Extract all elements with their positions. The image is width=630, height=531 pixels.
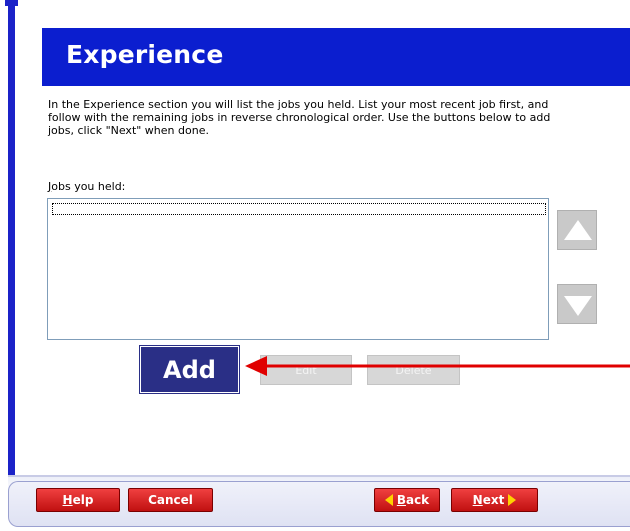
- next-mnemonic: N: [472, 493, 483, 507]
- move-down-button[interactable]: [557, 284, 597, 324]
- back-button[interactable]: Back: [374, 488, 440, 512]
- move-up-button[interactable]: [557, 210, 597, 250]
- pointer-arrow-icon: [245, 356, 630, 376]
- left-accent-bar: [5, 0, 18, 515]
- next-button[interactable]: Next: [451, 488, 538, 512]
- jobs-listbox[interactable]: [47, 198, 549, 340]
- next-label: ext: [482, 493, 505, 507]
- page-header: Experience: [42, 28, 630, 86]
- back-arrow-icon: [384, 494, 393, 506]
- intro-line-1: In the Experience section you will list …: [48, 98, 549, 111]
- help-button[interactable]: Help: [36, 488, 120, 512]
- listbox-focus-row[interactable]: [52, 203, 546, 215]
- intro-text: In the Experience section you will list …: [48, 98, 608, 137]
- page-title: Experience: [66, 40, 224, 69]
- intro-line-3: jobs, click "Next" when done.: [48, 124, 209, 137]
- arrow-up-icon: [564, 220, 592, 240]
- intro-line-2: follow with the remaining jobs in revers…: [48, 111, 551, 124]
- back-label: ack: [405, 493, 430, 507]
- jobs-list-label: Jobs you held:: [48, 180, 125, 193]
- arrow-down-icon: [564, 296, 592, 316]
- cancel-button[interactable]: Cancel: [128, 488, 213, 512]
- help-label: elp: [72, 493, 94, 507]
- add-button[interactable]: Add: [139, 345, 240, 394]
- back-mnemonic: B: [396, 493, 406, 507]
- next-arrow-icon: [508, 494, 517, 506]
- jobs-label-text: obs you held:: [51, 180, 126, 193]
- help-mnemonic: H: [62, 493, 73, 507]
